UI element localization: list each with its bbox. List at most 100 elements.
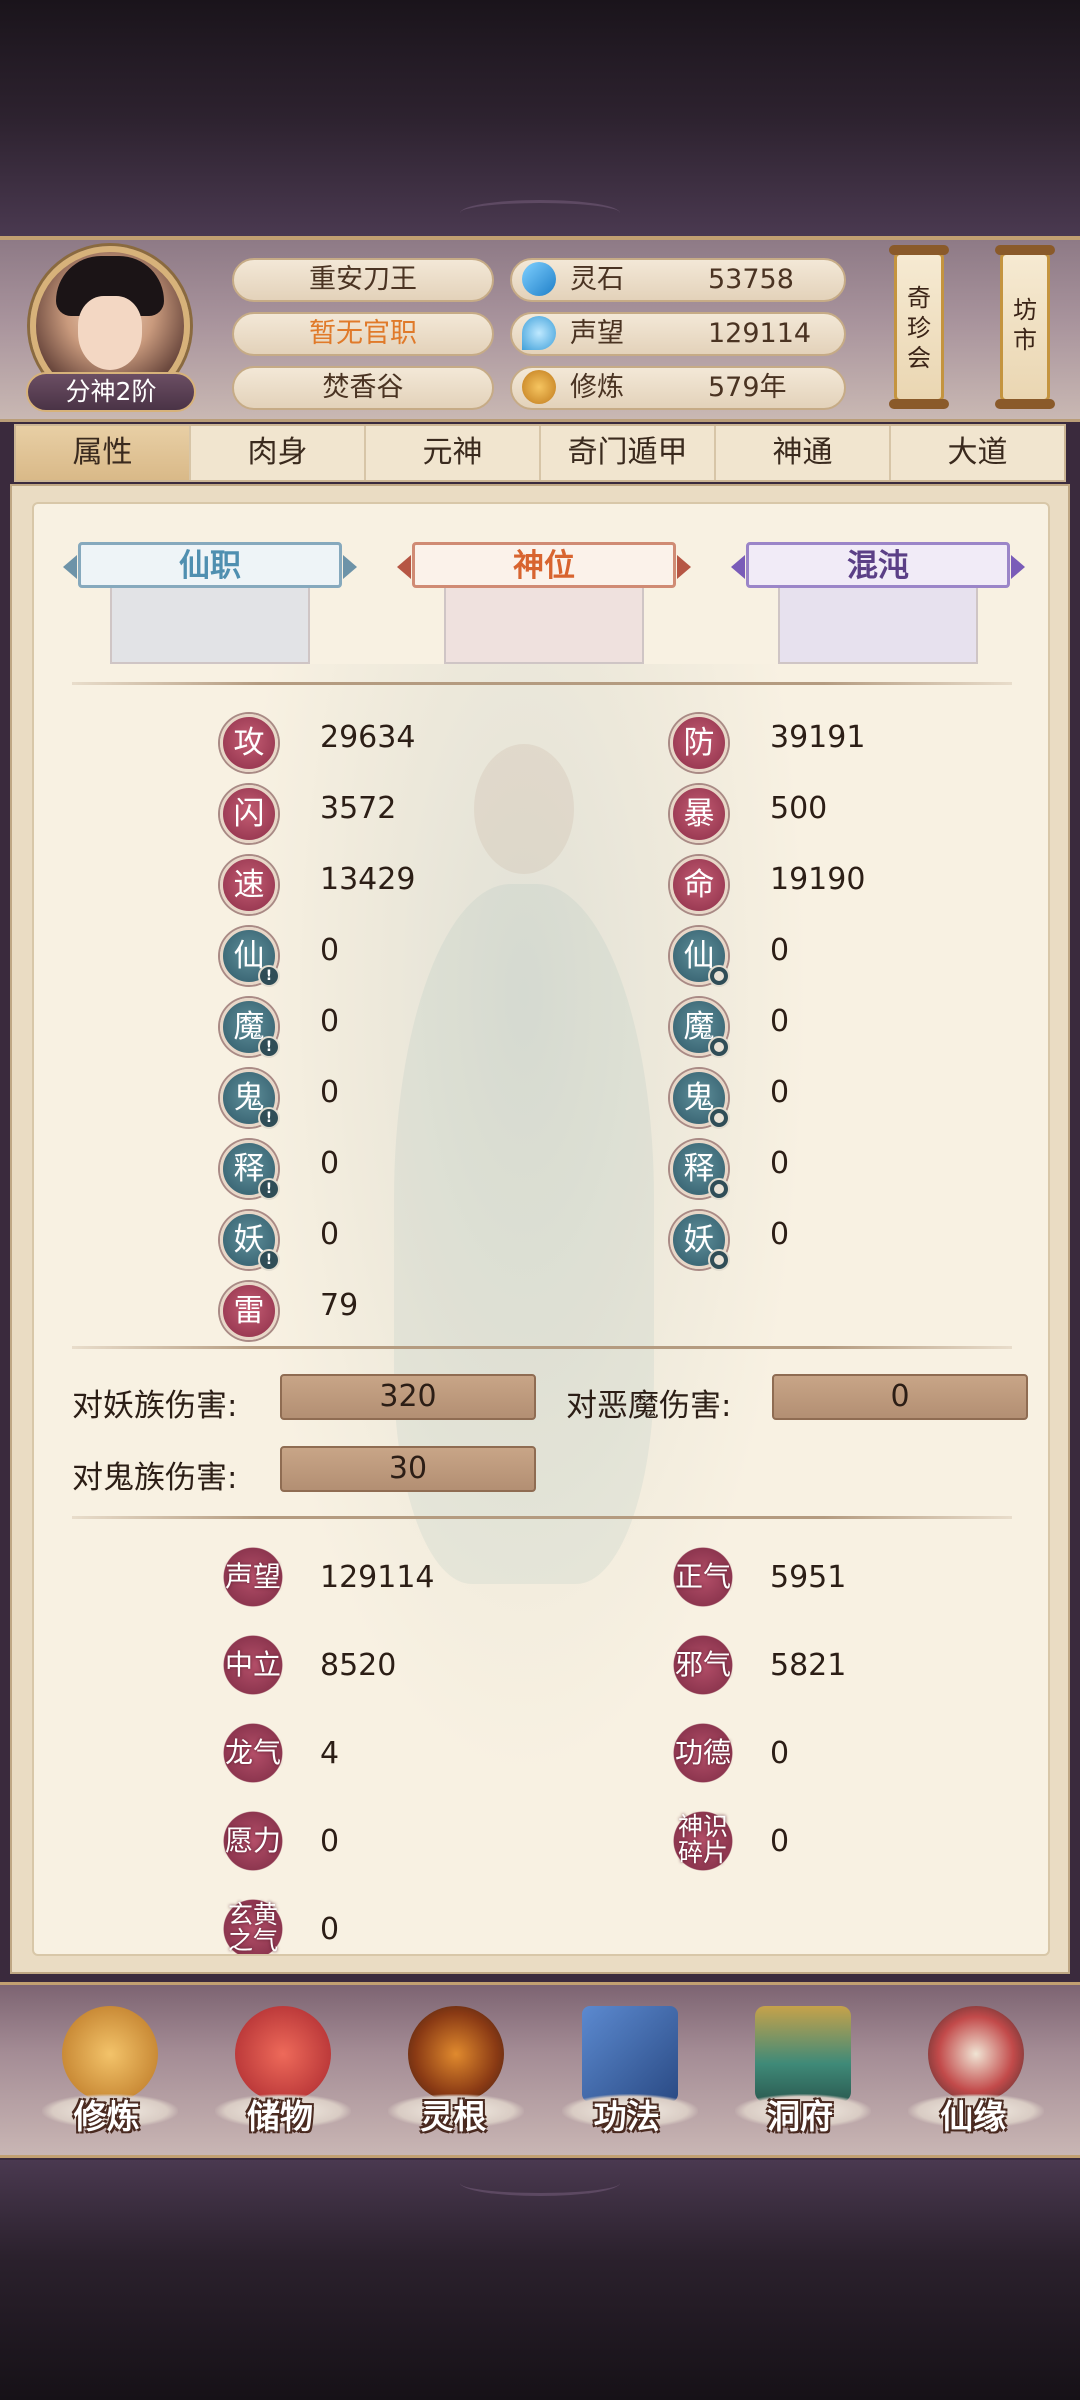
stat-value: 0 — [320, 1217, 340, 1252]
stat-row: 攻 29634 — [220, 714, 520, 774]
divider — [72, 1346, 1012, 1349]
cave-mansion-icon — [754, 2006, 851, 2102]
stat-row: 妖0 — [670, 1211, 970, 1271]
resource-label: 修炼 — [570, 372, 624, 403]
misc-stat-row: 功德 0 — [670, 1720, 970, 1790]
stat-icon[interactable]: 雷 — [220, 1282, 278, 1340]
stat-row: 释! 0 — [220, 1140, 520, 1200]
resist-badge-icon — [708, 1249, 730, 1271]
nav-label: 功法 — [593, 2097, 660, 2136]
nav-label: 灵根 — [420, 2097, 487, 2136]
rank-card-divine-rank[interactable]: 神位 — [394, 542, 694, 672]
immortal-post-banner: 仙职 — [63, 542, 357, 588]
stat-value: 0 — [320, 1004, 340, 1039]
bottom-nav: 修炼 储物 灵根 功法 洞府 仙缘 — [0, 1982, 1080, 2158]
immortal-fate-icon — [928, 2006, 1025, 2102]
misc-stat-value: 8520 — [320, 1648, 397, 1683]
reputation-icon — [522, 316, 556, 350]
alert-badge-icon: ! — [258, 1107, 280, 1129]
damage-vs-evil-demon-label: 对恶魔伤害: — [566, 1388, 732, 1424]
stat-value: 0 — [770, 1075, 790, 1110]
alert-badge-icon: ! — [258, 965, 280, 987]
nav-spirit-root[interactable]: 灵根 — [378, 1990, 528, 2150]
stat-row: 鬼0 — [670, 1069, 970, 1129]
nav-technique[interactable]: 功法 — [552, 1990, 702, 2150]
misc-stat-value: 5951 — [770, 1560, 847, 1595]
nav-label: 仙缘 — [940, 2097, 1007, 2136]
stat-value: 79 — [320, 1288, 359, 1323]
bottom-ornament — [460, 2170, 620, 2196]
nav-label: 洞府 — [766, 2097, 833, 2136]
treasure-fair-label: 奇珍会 — [907, 284, 931, 372]
misc-stat-tag[interactable]: 愿力 — [220, 1808, 286, 1874]
nav-immortal-fate[interactable]: 仙缘 — [898, 1990, 1048, 2150]
misc-stat-tag[interactable]: 正气 — [670, 1544, 736, 1610]
resource-cultivation: 修炼 579年 — [510, 366, 846, 410]
misc-stat-row: 声望 129114 — [220, 1544, 520, 1614]
misc-stat-value: 0 — [770, 1736, 790, 1771]
rank-card-immortal-post[interactable]: 仙职 — [60, 542, 360, 672]
official-post[interactable]: 暂无官职 — [232, 312, 494, 356]
nav-cultivate[interactable]: 修炼 — [32, 1990, 182, 2150]
tab-soul[interactable]: 元神 — [366, 426, 541, 480]
stat-value: 0 — [770, 1004, 790, 1039]
stat-value: 0 — [320, 1146, 340, 1181]
stat-row: 仙0 — [670, 927, 970, 987]
rank-card-chaos[interactable]: 混沌 — [728, 542, 1028, 672]
chaos-slot — [778, 588, 978, 664]
stat-value: 39191 — [770, 720, 866, 755]
tab-divine-powers[interactable]: 神通 — [716, 426, 891, 480]
stat-icon[interactable]: 暴 — [670, 785, 728, 843]
stat-row: 速 13429 — [220, 856, 520, 916]
stat-row: 鬼! 0 — [220, 1069, 520, 1129]
tab-great-dao[interactable]: 大道 — [891, 426, 1064, 480]
tab-attributes[interactable]: 属性 — [16, 426, 191, 480]
tab-qimen-dunjia[interactable]: 奇门遁甲 — [541, 426, 716, 480]
bottom-background — [0, 2160, 1080, 2400]
nav-label: 储物 — [246, 2097, 313, 2136]
stat-icon[interactable]: 命 — [670, 856, 728, 914]
misc-stat-tag[interactable]: 神识 碎片 — [670, 1808, 736, 1874]
stat-icon[interactable]: 速 — [220, 856, 278, 914]
misc-stat-tag[interactable]: 功德 — [670, 1720, 736, 1786]
misc-stat-tag[interactable]: 中立 — [220, 1632, 286, 1698]
misc-stat-tag[interactable]: 龙气 — [220, 1720, 286, 1786]
nav-storage[interactable]: 储物 — [205, 1990, 355, 2150]
stat-row: 防 39191 — [670, 714, 970, 774]
misc-stat-row: 玄黄 之气 0 — [220, 1896, 520, 1954]
stat-icon[interactable]: 防 — [670, 714, 728, 772]
alert-badge-icon: ! — [258, 1036, 280, 1058]
resist-badge-icon — [708, 1178, 730, 1200]
stat-value: 0 — [770, 933, 790, 968]
resource-label: 声望 — [570, 318, 624, 349]
attributes-panel-inner: 仙职 神位 混沌 攻 29634 闪 3572 速 13429 仙! 0 魔! 0 鬼! 0 释! 0 妖!… — [32, 502, 1050, 1956]
nav-cave-mansion[interactable]: 洞府 — [725, 1990, 875, 2150]
tab-body[interactable]: 肉身 — [191, 426, 366, 480]
stat-icon[interactable]: 攻 — [220, 714, 278, 772]
chaos-banner: 混沌 — [731, 542, 1025, 588]
top-ornament — [460, 200, 620, 226]
misc-stat-tag[interactable]: 声望 — [220, 1544, 286, 1610]
resource-spirit-stone: 灵石 53758 — [510, 258, 846, 302]
stat-row: 魔! 0 — [220, 998, 520, 1058]
attributes-panel: 仙职 神位 混沌 攻 29634 闪 3572 速 13429 仙! 0 魔! 0 鬼! 0 释! 0 妖!… — [10, 484, 1070, 1974]
stat-row: 释0 — [670, 1140, 970, 1200]
misc-stat-tag[interactable]: 玄黄 之气 — [220, 1896, 286, 1954]
market-button[interactable]: 坊市 — [995, 245, 1055, 409]
stat-value: 500 — [770, 791, 828, 826]
immortal-post-slot — [110, 588, 310, 664]
misc-stat-value: 4 — [320, 1736, 340, 1771]
treasure-fair-button[interactable]: 奇珍会 — [889, 245, 949, 409]
storage-bag-icon — [234, 2006, 331, 2102]
resist-badge-icon — [708, 1107, 730, 1129]
divine-rank-banner: 神位 — [397, 542, 691, 588]
stat-icon[interactable]: 闪 — [220, 785, 278, 843]
rank-badge: 分神2阶 — [26, 372, 196, 412]
misc-stat-row: 龙气 4 — [220, 1720, 520, 1790]
stat-row: 命 19190 — [670, 856, 970, 916]
stat-value: 0 — [770, 1146, 790, 1181]
misc-stat-tag[interactable]: 邪气 — [670, 1632, 736, 1698]
sect-name: 焚香谷 — [232, 366, 494, 410]
meditation-icon — [61, 2006, 158, 2102]
misc-stat-value: 0 — [770, 1824, 790, 1859]
